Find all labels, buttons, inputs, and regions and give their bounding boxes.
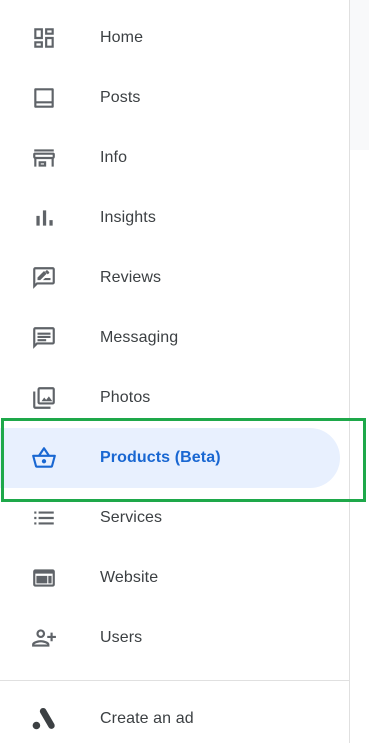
photo-library-icon — [31, 385, 57, 411]
sidebar-nav: Home Posts Info Insights Reviews Messagi… — [0, 0, 350, 743]
storefront-icon — [31, 145, 57, 171]
sidebar-item-reviews[interactable]: Reviews — [0, 248, 340, 308]
posts-icon — [31, 85, 57, 111]
sidebar-item-label: Website — [100, 569, 159, 586]
sidebar-item-label: Home — [100, 29, 144, 46]
list-icon — [31, 505, 57, 531]
nav-list: Home Posts Info Insights Reviews Messagi… — [0, 8, 350, 668]
sidebar-item-messaging[interactable]: Messaging — [0, 308, 340, 368]
sidebar-item-label: Messaging — [100, 329, 179, 346]
sidebar-divider — [0, 680, 350, 681]
sidebar-item-create-ad[interactable]: Create an ad — [0, 689, 340, 743]
sidebar-item-website[interactable]: Website — [0, 548, 340, 608]
dashboard-icon — [31, 25, 57, 51]
sidebar-item-photos[interactable]: Photos — [0, 368, 340, 428]
sidebar-item-label: Reviews — [100, 269, 162, 286]
sidebar-item-info[interactable]: Info — [0, 128, 340, 188]
sidebar-item-label: Photos — [100, 389, 151, 406]
sidebar-item-insights[interactable]: Insights — [0, 188, 340, 248]
sidebar-item-label: Posts — [100, 89, 141, 106]
sidebar-item-users[interactable]: Users — [0, 608, 340, 668]
sidebar-item-label: Users — [100, 629, 143, 646]
sidebar-item-home[interactable]: Home — [0, 8, 340, 68]
bar-chart-icon — [31, 205, 57, 231]
person-add-icon — [31, 625, 57, 651]
page: Home Posts Info Insights Reviews Messagi… — [0, 0, 369, 743]
google-ads-icon — [31, 706, 57, 732]
sidebar-item-label: Info — [100, 149, 128, 166]
rate-review-icon — [31, 265, 57, 291]
sidebar-item-label: Products (Beta) — [100, 449, 221, 466]
sidebar-item-label: Insights — [100, 209, 156, 226]
web-icon — [31, 565, 57, 591]
sidebar-item-posts[interactable]: Posts — [0, 68, 340, 128]
chat-icon — [31, 325, 57, 351]
sidebar-item-label: Create an ad — [100, 710, 194, 727]
content-panel-edge — [350, 0, 369, 150]
sidebar-item-services[interactable]: Services — [0, 488, 340, 548]
sidebar-item-products[interactable]: Products (Beta) — [0, 428, 340, 488]
sidebar-item-label: Services — [100, 509, 163, 526]
basket-icon — [31, 445, 57, 471]
